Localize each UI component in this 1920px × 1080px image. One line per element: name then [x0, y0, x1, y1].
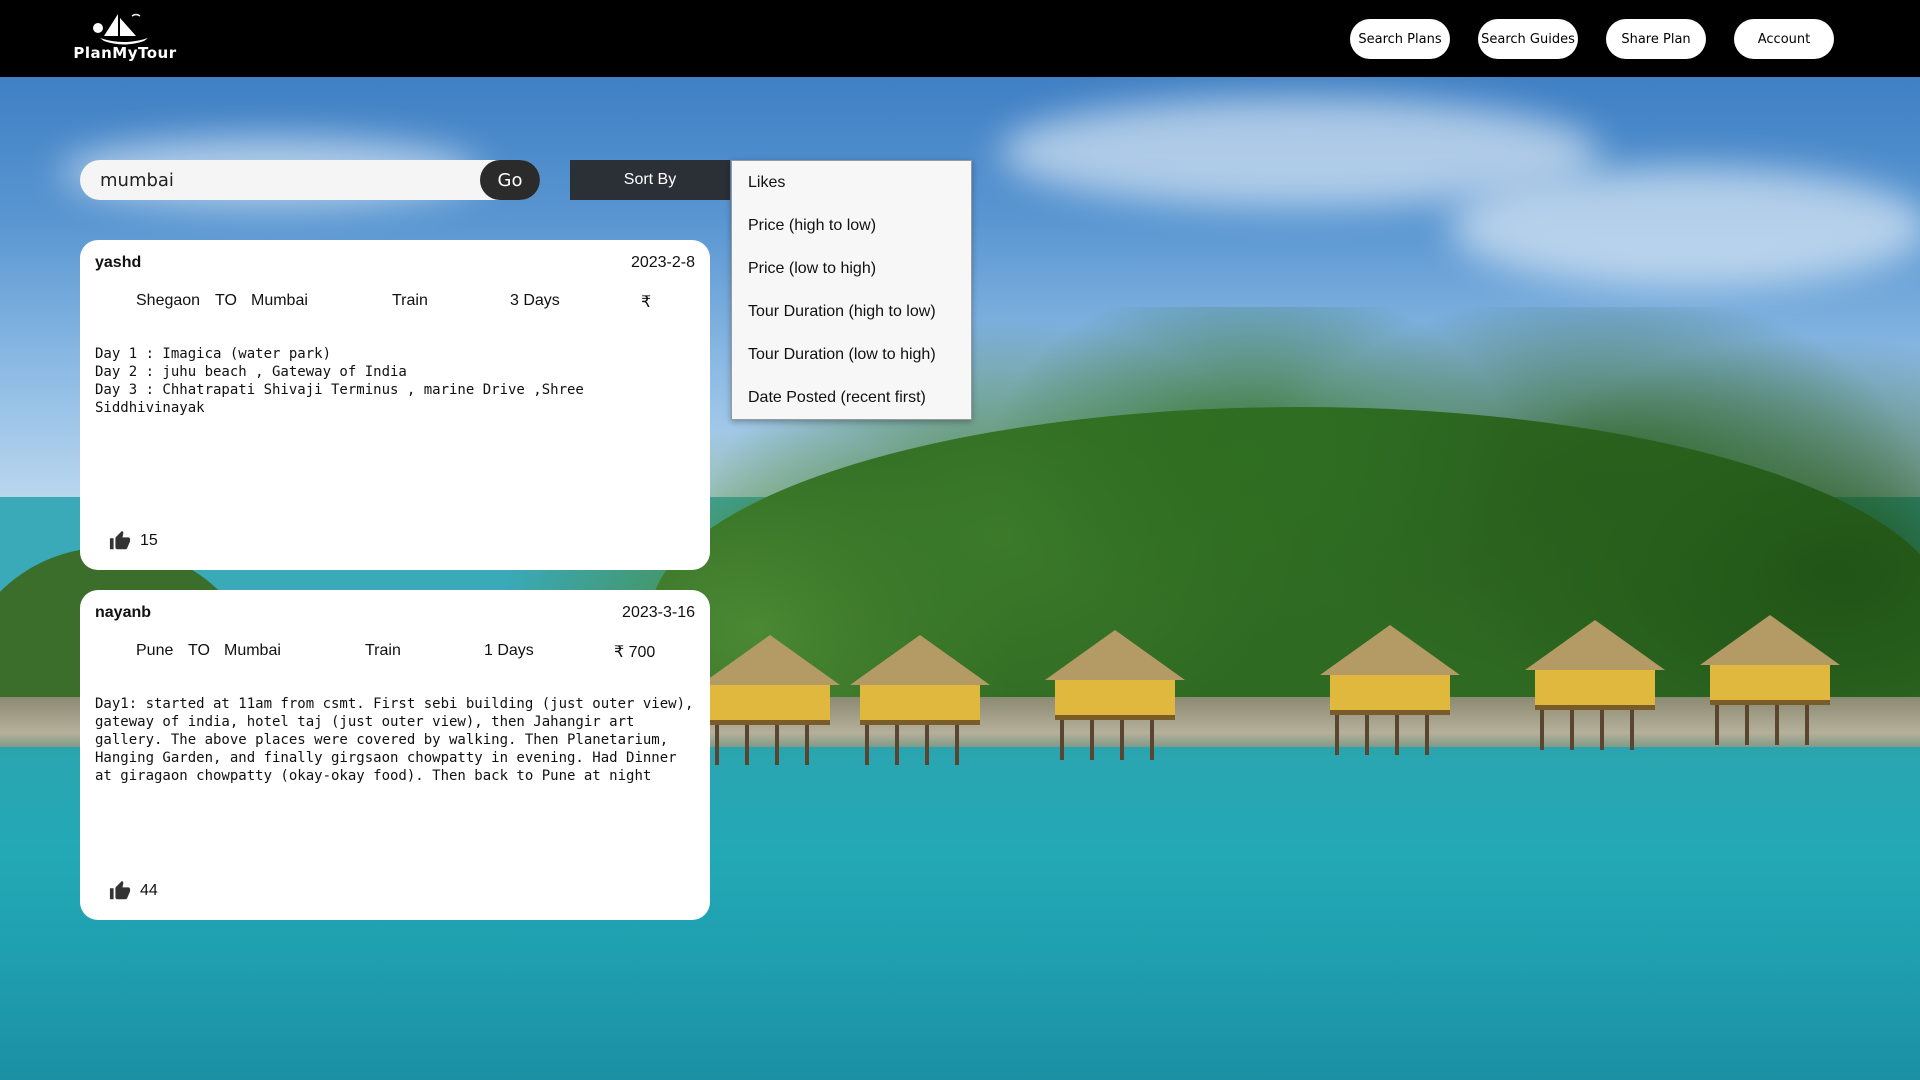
plan-card[interactable]: nayanb 2023-3-16 Pune TO Mumbai Train 1 … — [80, 590, 710, 920]
plan-to: Mumbai — [224, 642, 281, 659]
plan-price: ₹ — [641, 294, 652, 311]
hut — [700, 635, 840, 765]
sort-option-likes[interactable]: Likes — [732, 161, 971, 204]
account-button[interactable]: Account — [1734, 19, 1834, 59]
hut — [850, 635, 990, 765]
plan-card[interactable]: yashd 2023-2-8 Shegaon TO Mumbai Train 3… — [80, 240, 710, 570]
search-plans-button[interactable]: Search Plans — [1350, 19, 1450, 59]
share-plan-button[interactable]: Share Plan — [1606, 19, 1706, 59]
plan-author[interactable]: nayanb — [95, 604, 151, 622]
plan-from: Shegaon — [136, 292, 201, 309]
plan-description: Day 1 : Imagica (water park) Day 2 : juh… — [95, 346, 584, 416]
sort-option-duration-high-low[interactable]: Tour Duration (high to low) — [732, 290, 971, 333]
search-input[interactable] — [100, 160, 460, 200]
like-count: 15 — [140, 532, 158, 549]
thumbs-up-icon[interactable] — [108, 530, 132, 552]
plan-to: Mumbai — [251, 292, 308, 309]
like-control[interactable]: 44 — [108, 880, 158, 902]
like-control[interactable]: 15 — [108, 530, 158, 552]
hut — [1700, 615, 1840, 745]
plan-to-label: TO — [188, 642, 210, 659]
like-count: 44 — [140, 882, 158, 899]
go-button[interactable]: Go — [480, 160, 540, 200]
nav-menu: Search Plans Search Guides Share Plan Ac… — [0, 19, 1920, 59]
hut — [1045, 630, 1185, 760]
plan-date: 2023-3-16 — [622, 604, 695, 621]
sort-dropdown-menu: Likes Price (high to low) Price (low to … — [731, 160, 972, 420]
hut — [1525, 620, 1665, 750]
plan-duration: 3 Days — [510, 292, 560, 309]
thumbs-up-icon[interactable] — [108, 880, 132, 902]
sort-option-price-low-high[interactable]: Price (low to high) — [732, 247, 971, 290]
top-navbar: PlanMyTour Search Plans Search Guides Sh… — [0, 0, 1920, 77]
plan-from: Pune — [136, 642, 174, 659]
sort-option-price-high-low[interactable]: Price (high to low) — [732, 204, 971, 247]
search-guides-button[interactable]: Search Guides — [1478, 19, 1578, 59]
search-bar: Go — [80, 160, 540, 200]
cloud — [1450, 167, 1920, 287]
sort-option-date-posted[interactable]: Date Posted (recent first) — [732, 376, 971, 419]
hut — [1320, 625, 1460, 755]
sort-option-duration-low-high[interactable]: Tour Duration (low to high) — [732, 333, 971, 376]
plan-mode: Train — [365, 642, 401, 659]
plan-author[interactable]: yashd — [95, 254, 141, 272]
plan-date: 2023-2-8 — [630, 254, 695, 271]
plan-description: Day1: started at 11am from csmt. First s… — [95, 696, 702, 784]
plan-to-label: TO — [215, 292, 237, 309]
plan-mode: Train — [392, 292, 428, 309]
plan-duration: 1 Days — [484, 642, 534, 659]
sort-by-button[interactable]: Sort By — [570, 160, 730, 200]
plan-price: ₹ 700 — [614, 644, 656, 661]
